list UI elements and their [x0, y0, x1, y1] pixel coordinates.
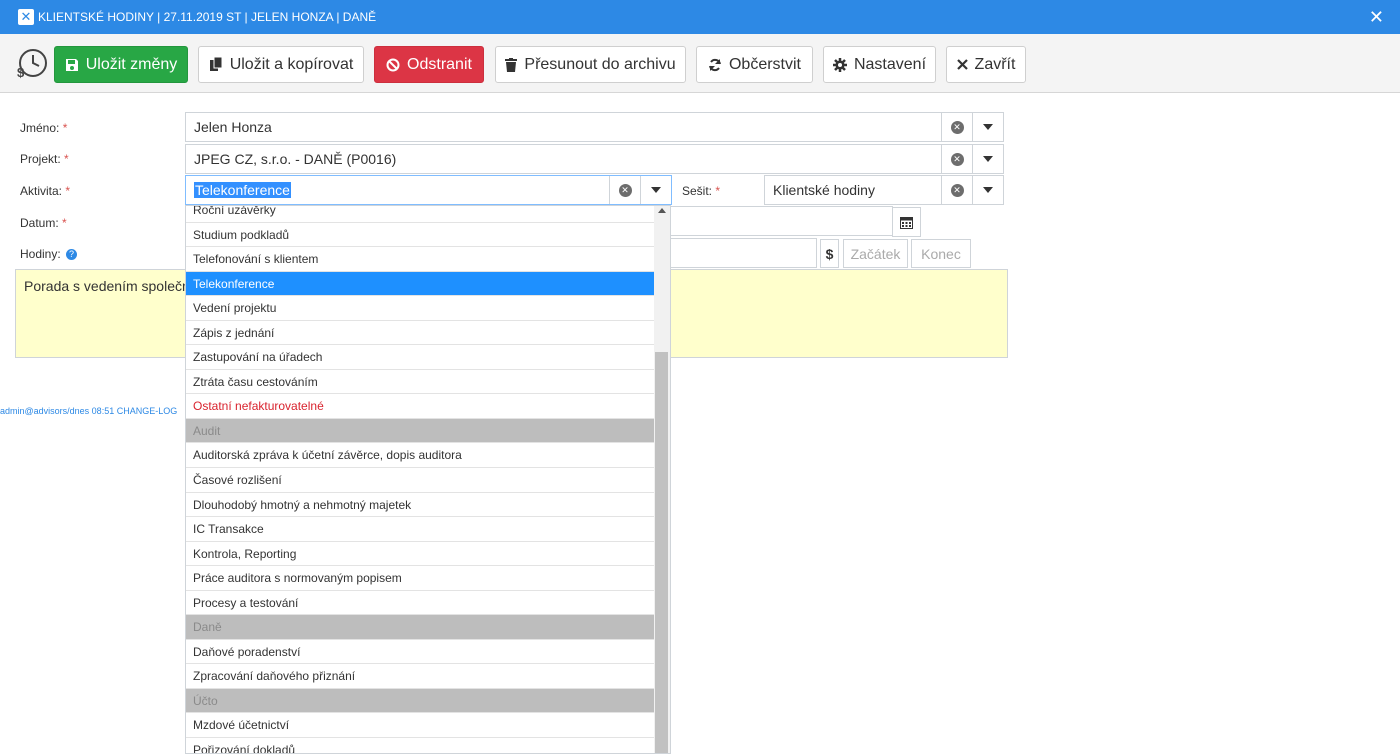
- trash-icon: [505, 57, 518, 72]
- note-text: Porada s vedením společn: [24, 278, 190, 294]
- activity-option[interactable]: Zastupování na úřadech: [186, 345, 655, 370]
- name-select[interactable]: Jelen Honza ✕: [185, 112, 1004, 142]
- scroll-up-icon[interactable]: [658, 208, 666, 213]
- delete-button[interactable]: Odstranit: [374, 46, 484, 83]
- name-label: Jméno: *: [20, 121, 68, 135]
- activity-option[interactable]: Zápis z jednání: [186, 321, 655, 346]
- activity-option[interactable]: Ostatní nefakturovatelné: [186, 394, 655, 419]
- archive-button[interactable]: Přesunout do archivu: [495, 46, 686, 83]
- settings-button[interactable]: Nastavení: [823, 46, 936, 83]
- activity-option[interactable]: Studium podkladů: [186, 223, 655, 248]
- activity-option[interactable]: Ztráta času cestováním: [186, 370, 655, 395]
- activity-dropdown-button[interactable]: [640, 176, 671, 204]
- close-button-label: Zavřít: [974, 55, 1016, 73]
- change-log-link[interactable]: admin@advisors/dnes 08:51 CHANGE-LOG: [0, 406, 177, 416]
- help-icon[interactable]: ?: [66, 249, 78, 261]
- window-close-icon[interactable]: ✕: [1369, 8, 1384, 26]
- svg-text:$: $: [17, 65, 25, 80]
- project-dropdown-button[interactable]: [972, 145, 1003, 173]
- save-icon: [65, 58, 78, 71]
- settings-button-label: Nastavení: [853, 55, 927, 73]
- calendar-button[interactable]: [892, 207, 921, 237]
- project-clear-button[interactable]: ✕: [941, 145, 972, 173]
- workbook-dropdown-button[interactable]: [972, 176, 1003, 204]
- activity-option[interactable]: Vedení projektu: [186, 296, 655, 321]
- activity-option[interactable]: Procesy a testování: [186, 591, 655, 616]
- activity-select[interactable]: Telekonference ✕: [185, 175, 672, 205]
- date-label: Datum: *: [20, 216, 67, 230]
- save-button[interactable]: Uložit změny: [54, 46, 188, 83]
- ban-icon: [386, 58, 400, 71]
- activity-label: Aktivita: *: [20, 184, 71, 198]
- clear-icon: ✕: [950, 183, 964, 197]
- save-copy-button-label: Uložit a kopírovat: [229, 55, 354, 73]
- option-group-header: Daně: [186, 615, 655, 640]
- refresh-button[interactable]: Občerstvit: [696, 46, 813, 83]
- activity-option[interactable]: Časové rozlišení: [186, 468, 655, 493]
- refresh-button-label: Občerstvit: [728, 55, 801, 73]
- copy-icon: [209, 57, 223, 71]
- activity-option[interactable]: Pořizování dokladů: [186, 738, 655, 753]
- gear-icon: [832, 57, 847, 72]
- activity-options: Roční uzávěrky Studium podkladů Telefonová…: [186, 206, 655, 753]
- clear-icon: ✕: [618, 183, 632, 197]
- clear-icon: ✕: [950, 152, 964, 166]
- times-icon: [956, 59, 968, 70]
- project-value: JPEG CZ, s.r.o. - DANĚ (P0016): [194, 151, 397, 167]
- archive-button-label: Přesunout do archivu: [524, 55, 676, 73]
- activity-option[interactable]: Kontrola, Reporting: [186, 542, 655, 567]
- app-close-icon[interactable]: ✕: [18, 9, 34, 25]
- refresh-icon: [709, 58, 721, 71]
- activity-option[interactable]: Roční uzávěrky: [186, 206, 655, 223]
- hours-label: Hodiny: ?: [20, 247, 78, 261]
- activity-option[interactable]: Mzdové účetnictví: [186, 713, 655, 739]
- workbook-select[interactable]: Klientské hodiny ✕: [764, 175, 1004, 205]
- start-time-input[interactable]: Začátek: [843, 239, 908, 268]
- workbook-value: Klientské hodiny: [773, 182, 875, 198]
- activity-option[interactable]: Telefonování s klientem: [186, 247, 655, 272]
- option-group-header: Účto: [186, 688, 655, 714]
- option-group-header: Audit: [186, 418, 655, 444]
- clear-icon: ✕: [950, 120, 964, 134]
- history-icon[interactable]: $: [15, 46, 49, 80]
- scrollbar-thumb[interactable]: [655, 352, 668, 753]
- name-clear-button[interactable]: ✕: [941, 113, 972, 141]
- activity-value: Telekonference: [194, 182, 291, 198]
- window-title: KLIENTSKÉ HODINY | 27.11.2019 ST | JELEN…: [38, 10, 377, 24]
- project-label: Projekt: *: [20, 152, 69, 166]
- caret-down-icon: [983, 124, 993, 130]
- activity-option[interactable]: Telekonference: [186, 271, 655, 297]
- workbook-label: Sešit: *: [682, 184, 721, 198]
- name-dropdown-button[interactable]: [972, 113, 1003, 141]
- delete-button-label: Odstranit: [407, 55, 472, 73]
- caret-down-icon: [983, 156, 993, 162]
- close-button[interactable]: Zavřít: [946, 46, 1026, 83]
- activity-option[interactable]: IC Transakce: [186, 517, 655, 542]
- activity-clear-button[interactable]: ✕: [609, 176, 640, 204]
- window-titlebar: ✕ KLIENTSKÉ HODINY | 27.11.2019 ST | JEL…: [0, 0, 1400, 34]
- dropdown-scrollbar[interactable]: [654, 206, 670, 753]
- caret-down-icon: [651, 187, 661, 193]
- activity-option[interactable]: Auditorská zpráva k účetní závěrce, dopi…: [186, 443, 655, 469]
- save-button-label: Uložit změny: [85, 55, 178, 73]
- project-select[interactable]: JPEG CZ, s.r.o. - DANĚ (P0016) ✕: [185, 144, 1004, 174]
- activity-option[interactable]: Dlouhodobý hmotný a nehmotný majetek: [186, 493, 655, 518]
- toolbar: $ Uložit změny Uložit a kopírovat Odstra…: [0, 34, 1400, 93]
- name-value: Jelen Honza: [194, 119, 272, 135]
- activity-option[interactable]: Práce auditora s normovaným popisem: [186, 566, 655, 591]
- activity-option[interactable]: Daňové poradenství: [186, 640, 655, 665]
- end-time-input[interactable]: Konec: [911, 239, 971, 268]
- calendar-icon: [900, 216, 913, 229]
- activity-option[interactable]: Zpracování daňového přiznání: [186, 664, 655, 689]
- workbook-clear-button[interactable]: ✕: [941, 176, 972, 204]
- save-copy-button[interactable]: Uložit a kopírovat: [198, 46, 364, 83]
- caret-down-icon: [983, 187, 993, 193]
- billable-toggle[interactable]: $: [820, 239, 839, 268]
- activity-dropdown-list: Roční uzávěrky Studium podkladů Telefonová…: [185, 205, 671, 754]
